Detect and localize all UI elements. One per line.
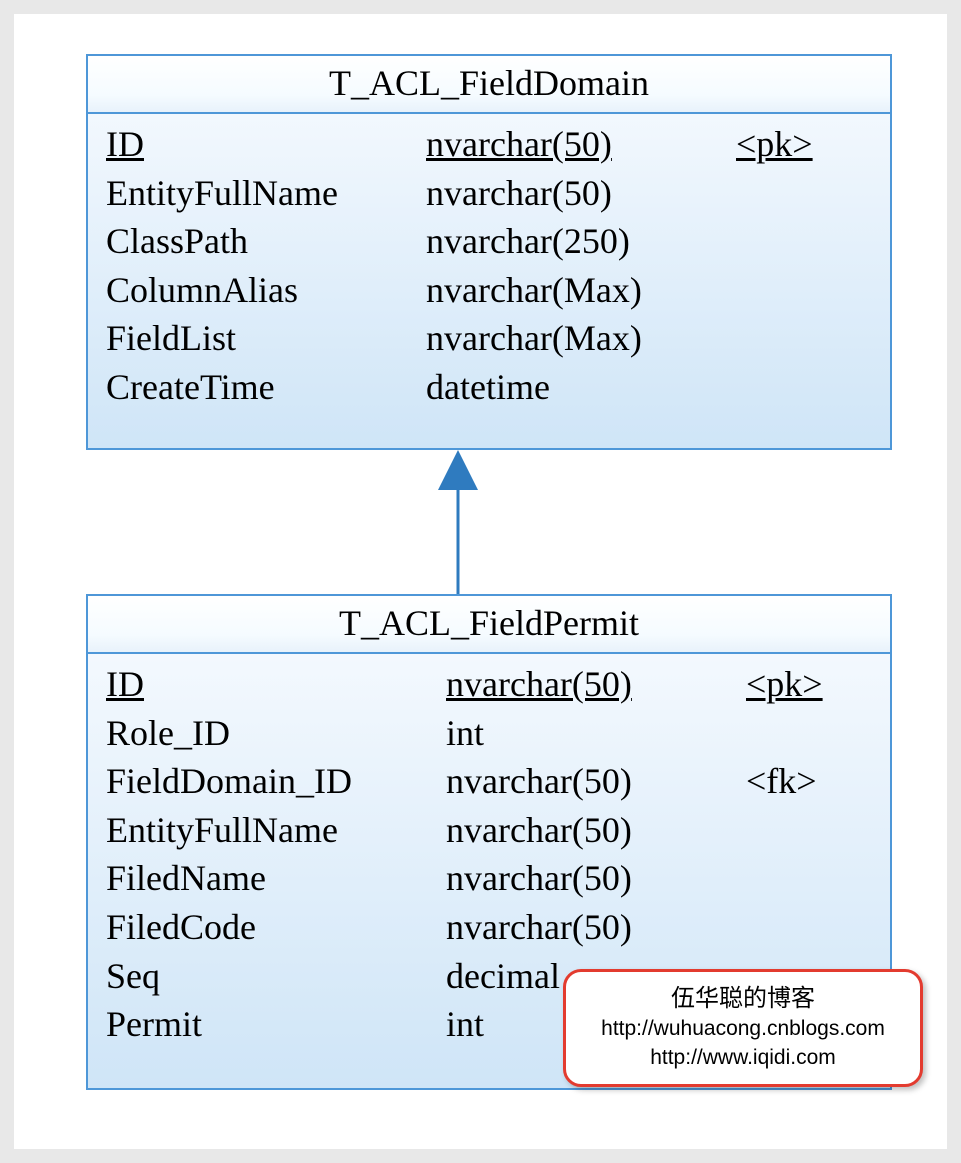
entity-header: T_ACL_FieldDomain [88, 56, 890, 114]
column-name: FieldList [106, 314, 426, 363]
column-type: nvarchar(50) [446, 854, 746, 903]
column-row: IDnvarchar(50)<pk> [106, 120, 876, 169]
column-name: CreateTime [106, 363, 426, 412]
column-type: nvarchar(50) [446, 660, 746, 709]
watermark-url-2: http://www.iqidi.com [578, 1044, 908, 1072]
column-name: FieldDomain_ID [106, 757, 446, 806]
column-name: EntityFullName [106, 169, 426, 218]
column-type: nvarchar(50) [426, 169, 736, 218]
column-row: Role_IDint [106, 709, 876, 758]
column-key [746, 903, 876, 952]
column-name: EntityFullName [106, 806, 446, 855]
column-row: ClassPathnvarchar(250) [106, 217, 876, 266]
column-name: ID [106, 660, 446, 709]
column-key [746, 854, 876, 903]
column-key [736, 314, 876, 363]
column-row: IDnvarchar(50)<pk> [106, 660, 876, 709]
column-name: ID [106, 120, 426, 169]
entity-header: T_ACL_FieldPermit [88, 596, 890, 654]
column-key: <fk> [746, 757, 876, 806]
column-type: nvarchar(50) [446, 757, 746, 806]
column-name: ClassPath [106, 217, 426, 266]
column-row: EntityFullNamenvarchar(50) [106, 169, 876, 218]
column-row: CreateTimedatetime [106, 363, 876, 412]
column-key: <pk> [736, 120, 876, 169]
relationship-arrow [14, 450, 961, 598]
column-type: nvarchar(50) [446, 806, 746, 855]
entity-field-domain: T_ACL_FieldDomain IDnvarchar(50)<pk>Enti… [86, 54, 892, 450]
entity-title: T_ACL_FieldPermit [339, 603, 639, 643]
column-key [736, 169, 876, 218]
column-type: nvarchar(Max) [426, 314, 736, 363]
diagram-canvas: T_ACL_FieldDomain IDnvarchar(50)<pk>Enti… [0, 0, 961, 1163]
column-type: nvarchar(50) [446, 903, 746, 952]
column-row: FieldListnvarchar(Max) [106, 314, 876, 363]
entity-title: T_ACL_FieldDomain [329, 63, 649, 103]
entity-body: IDnvarchar(50)<pk>EntityFullNamenvarchar… [88, 114, 890, 434]
column-name: Seq [106, 952, 446, 1001]
watermark-url-1: http://wuhuacong.cnblogs.com [578, 1015, 908, 1043]
column-row: FiledNamenvarchar(50) [106, 854, 876, 903]
column-row: FieldDomain_IDnvarchar(50)<fk> [106, 757, 876, 806]
column-row: EntityFullNamenvarchar(50) [106, 806, 876, 855]
column-key [736, 266, 876, 315]
column-type: int [446, 709, 746, 758]
column-name: ColumnAlias [106, 266, 426, 315]
column-key [736, 363, 876, 412]
column-name: FiledCode [106, 903, 446, 952]
watermark-box: 伍华聪的博客 http://wuhuacong.cnblogs.com http… [563, 969, 923, 1087]
column-key: <pk> [746, 660, 876, 709]
column-row: FiledCodenvarchar(50) [106, 903, 876, 952]
column-type: datetime [426, 363, 736, 412]
column-type: nvarchar(50) [426, 120, 736, 169]
column-name: Role_ID [106, 709, 446, 758]
column-row: ColumnAliasnvarchar(Max) [106, 266, 876, 315]
watermark-title: 伍华聪的博客 [578, 982, 908, 1016]
column-key [746, 806, 876, 855]
column-name: FiledName [106, 854, 446, 903]
column-key [746, 709, 876, 758]
column-type: nvarchar(Max) [426, 266, 736, 315]
column-name: Permit [106, 1000, 446, 1049]
column-key [736, 217, 876, 266]
column-type: nvarchar(250) [426, 217, 736, 266]
